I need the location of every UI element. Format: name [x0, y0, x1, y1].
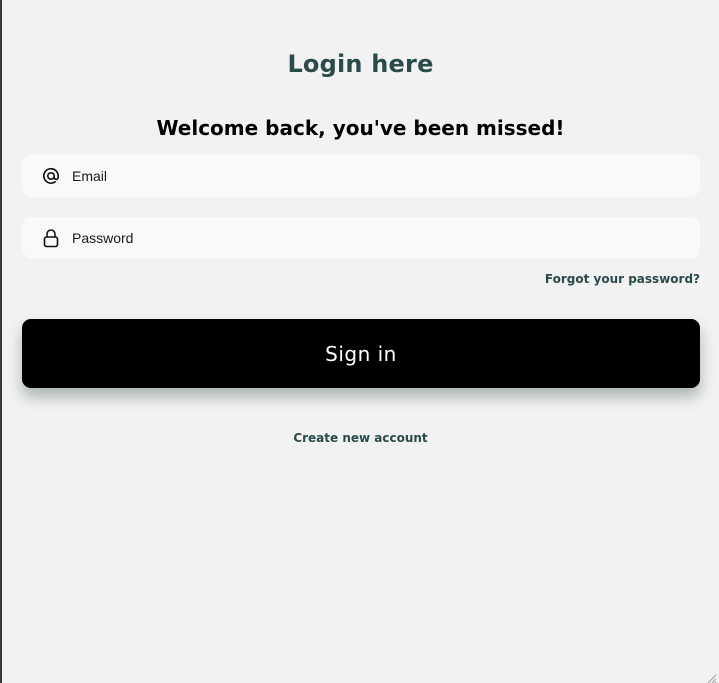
forgot-password-link[interactable]: Forgot your password?: [545, 272, 700, 286]
email-field[interactable]: [22, 154, 700, 197]
page-title: Login here: [287, 50, 434, 78]
welcome-subtitle: Welcome back, you've been missed!: [156, 116, 565, 140]
sign-in-button[interactable]: Sign in: [22, 319, 700, 388]
email-input[interactable]: [72, 154, 688, 197]
resize-grip-icon[interactable]: [705, 669, 717, 683]
at-sign-icon: [42, 166, 60, 186]
lock-icon: [42, 228, 60, 248]
create-account-link[interactable]: Create new account: [2, 431, 719, 445]
password-field[interactable]: [22, 217, 700, 259]
login-window: Login here Welcome back, you've been mis…: [0, 0, 719, 683]
password-input[interactable]: [72, 217, 688, 259]
